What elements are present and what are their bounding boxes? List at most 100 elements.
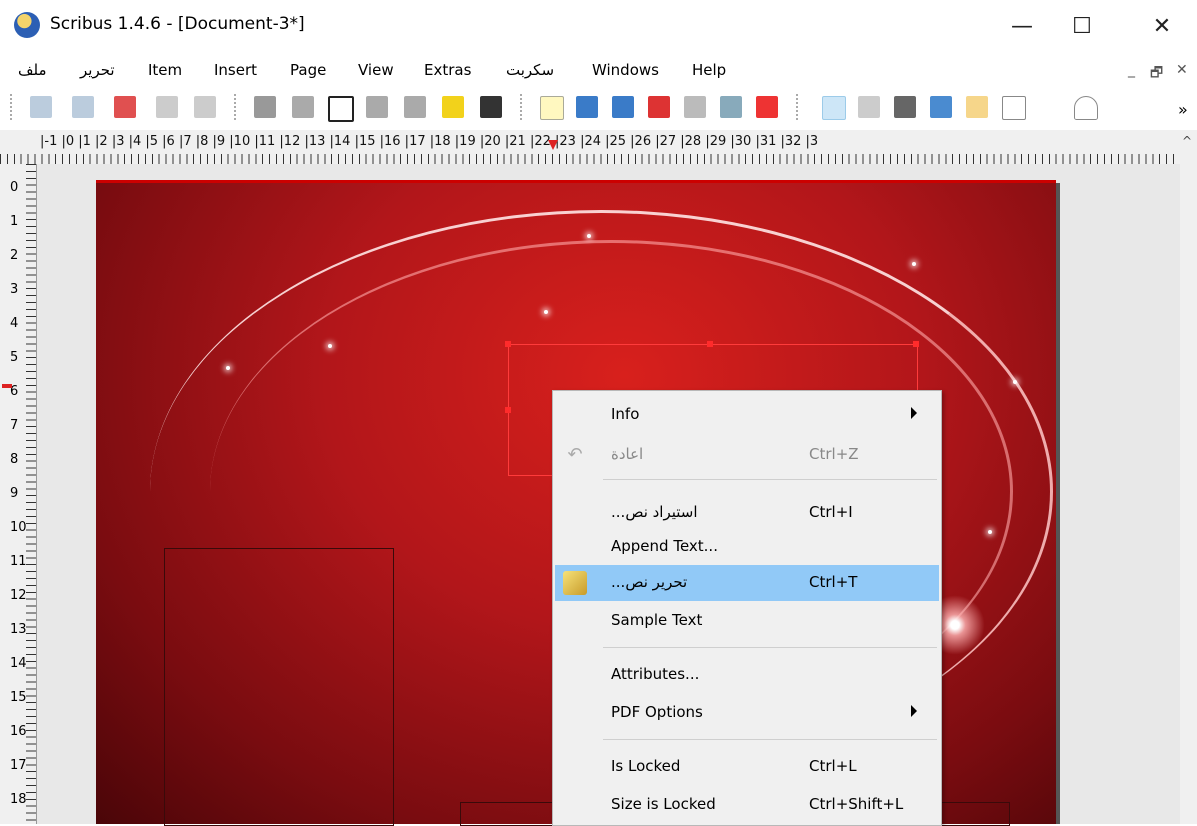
menu-item-shortcut: Ctrl+I (809, 503, 853, 521)
menu-item-undo[interactable]: ↶ اعادة Ctrl+Z (555, 437, 939, 473)
menu-item-label: Size is Locked (611, 795, 716, 813)
menu-item-sample-text[interactable]: Sample Text (555, 603, 939, 639)
menu-item-label: Attributes... (611, 665, 700, 683)
menu-item-label: ...تحرير نص (611, 573, 688, 591)
menu-windows[interactable]: Windows (592, 61, 659, 79)
maximize-button[interactable]: ☐ (1053, 8, 1111, 44)
ruler-ticks (26, 164, 36, 824)
menu-view[interactable]: View (358, 61, 394, 79)
menu-item-label: Info (611, 405, 640, 423)
preflight-icon[interactable] (720, 96, 742, 118)
ruler-number: 8 (10, 452, 19, 467)
ruler-number: 2 (10, 248, 19, 263)
table-icon[interactable] (966, 96, 988, 118)
vertical-ruler-marker (2, 384, 12, 388)
menu-item-label: PDF Options (611, 703, 703, 721)
menu-bar: ملف تحرير Item Insert Page View Extras س… (0, 56, 1197, 86)
frame-handle[interactable] (505, 407, 511, 413)
new-document-icon[interactable] (540, 96, 564, 120)
pdf-checkbox-icon[interactable] (328, 96, 354, 122)
export-pdf-icon[interactable] (756, 96, 778, 118)
save-document-icon[interactable] (612, 96, 634, 118)
frame-handle[interactable] (707, 341, 713, 347)
close-button[interactable]: ✕ (1133, 8, 1191, 44)
edit-text-icon (563, 571, 587, 595)
text-frame-bottom-right[interactable] (940, 802, 1010, 826)
menu-item-append-text[interactable]: Append Text... (555, 529, 939, 565)
ruler-numbers: |-1 |0 |1 |2 |3 |4 |5 |6 |7 |8 |9 |10 |1… (40, 134, 819, 149)
menu-item-label: Sample Text (611, 611, 703, 629)
frame-handle[interactable] (913, 341, 919, 347)
sparkle (1013, 380, 1017, 384)
vertical-ruler[interactable]: 0 1 2 3 4 5 6 7 8 9 10 11 12 13 14 15 16… (0, 164, 37, 824)
menu-separator (603, 479, 937, 480)
frame-handle[interactable] (505, 341, 511, 347)
image-frame[interactable] (164, 548, 394, 826)
menu-insert[interactable]: Insert (214, 61, 257, 79)
menu-item-shortcut: Ctrl+Shift+L (809, 795, 904, 813)
render-frame-icon[interactable] (930, 96, 952, 118)
menu-help[interactable]: Help (692, 61, 726, 79)
toolbar-separator (234, 94, 238, 120)
paste-icon[interactable] (194, 96, 216, 118)
context-menu: Info ↶ اعادة Ctrl+Z ...استيراد نص Ctrl+I… (552, 390, 942, 826)
ruler-number: 17 (10, 758, 27, 773)
menu-item-pdf-options[interactable]: PDF Options (555, 695, 939, 731)
menu-separator (603, 647, 937, 648)
menu-extras[interactable]: Extras (424, 61, 471, 79)
ruler-number: 15 (10, 690, 27, 705)
toolbar-separator (796, 94, 800, 120)
horizontal-ruler[interactable]: |-1 |0 |1 |2 |3 |4 |5 |6 |7 |8 |9 |10 |1… (0, 130, 1180, 165)
pdf-combo-box-icon[interactable] (366, 96, 388, 118)
menu-script[interactable]: سكربت (506, 61, 554, 79)
ruler-number: 3 (10, 282, 19, 297)
sparkle (587, 234, 591, 238)
menu-edit[interactable]: تحرير (80, 61, 115, 79)
pdf-text-field-icon[interactable] (292, 96, 314, 118)
menu-item-label: اعادة (611, 445, 644, 463)
undo-icon[interactable] (30, 96, 52, 118)
menu-file[interactable]: ملف (18, 61, 47, 79)
vertical-scrollbar[interactable] (1180, 130, 1197, 824)
toolbar-overflow-icon[interactable]: » (1178, 100, 1188, 119)
menu-item-info[interactable]: Info (555, 397, 939, 433)
text-frame-bottom[interactable] (460, 802, 554, 826)
ruler-number: 14 (10, 656, 27, 671)
polygon-icon[interactable] (1074, 96, 1098, 120)
scroll-up-icon[interactable]: ^ (1182, 134, 1192, 148)
ruler-number: 12 (10, 588, 27, 603)
pdf-list-box-icon[interactable] (404, 96, 426, 118)
ruler-number: 11 (10, 554, 27, 569)
open-document-icon[interactable] (576, 96, 598, 118)
link-annotation-icon[interactable] (480, 96, 502, 118)
pdf-push-button-icon[interactable] (254, 96, 276, 118)
menu-item-import-text[interactable]: ...استيراد نص Ctrl+I (555, 495, 939, 531)
menu-page[interactable]: Page (290, 61, 326, 79)
close-document-icon[interactable] (648, 96, 670, 118)
image-frame-icon[interactable] (894, 96, 916, 118)
menu-item[interactable]: Item (148, 61, 182, 79)
mdi-restore-button[interactable]: 🗗 (1150, 62, 1163, 86)
print-icon[interactable] (684, 96, 706, 118)
ruler-number: 4 (10, 316, 19, 331)
menu-item-attributes[interactable]: Attributes... (555, 657, 939, 693)
menu-item-shortcut: Ctrl+T (809, 573, 858, 591)
text-annotation-icon[interactable] (442, 96, 464, 118)
ruler-number: 7 (10, 418, 19, 433)
menu-separator (603, 739, 937, 740)
sparkle (988, 530, 992, 534)
menu-item-edit-text[interactable]: ...تحرير نص Ctrl+T (555, 565, 939, 601)
cut-icon[interactable] (114, 96, 136, 118)
copy-icon[interactable] (156, 96, 178, 118)
ruler-number: 1 (10, 214, 19, 229)
menu-item-size-is-locked[interactable]: Size is Locked Ctrl+Shift+L (555, 787, 939, 823)
select-tool-icon[interactable] (822, 96, 846, 120)
text-frame-icon[interactable] (858, 96, 880, 118)
ruler-position-marker (548, 140, 558, 150)
redo-icon[interactable] (72, 96, 94, 118)
mdi-close-button[interactable]: ✕ (1176, 62, 1188, 78)
shape-icon[interactable] (1002, 96, 1026, 120)
mdi-minimize-button[interactable]: _ (1128, 62, 1135, 78)
menu-item-is-locked[interactable]: Is Locked Ctrl+L (555, 749, 939, 785)
minimize-button[interactable]: — (993, 8, 1051, 44)
